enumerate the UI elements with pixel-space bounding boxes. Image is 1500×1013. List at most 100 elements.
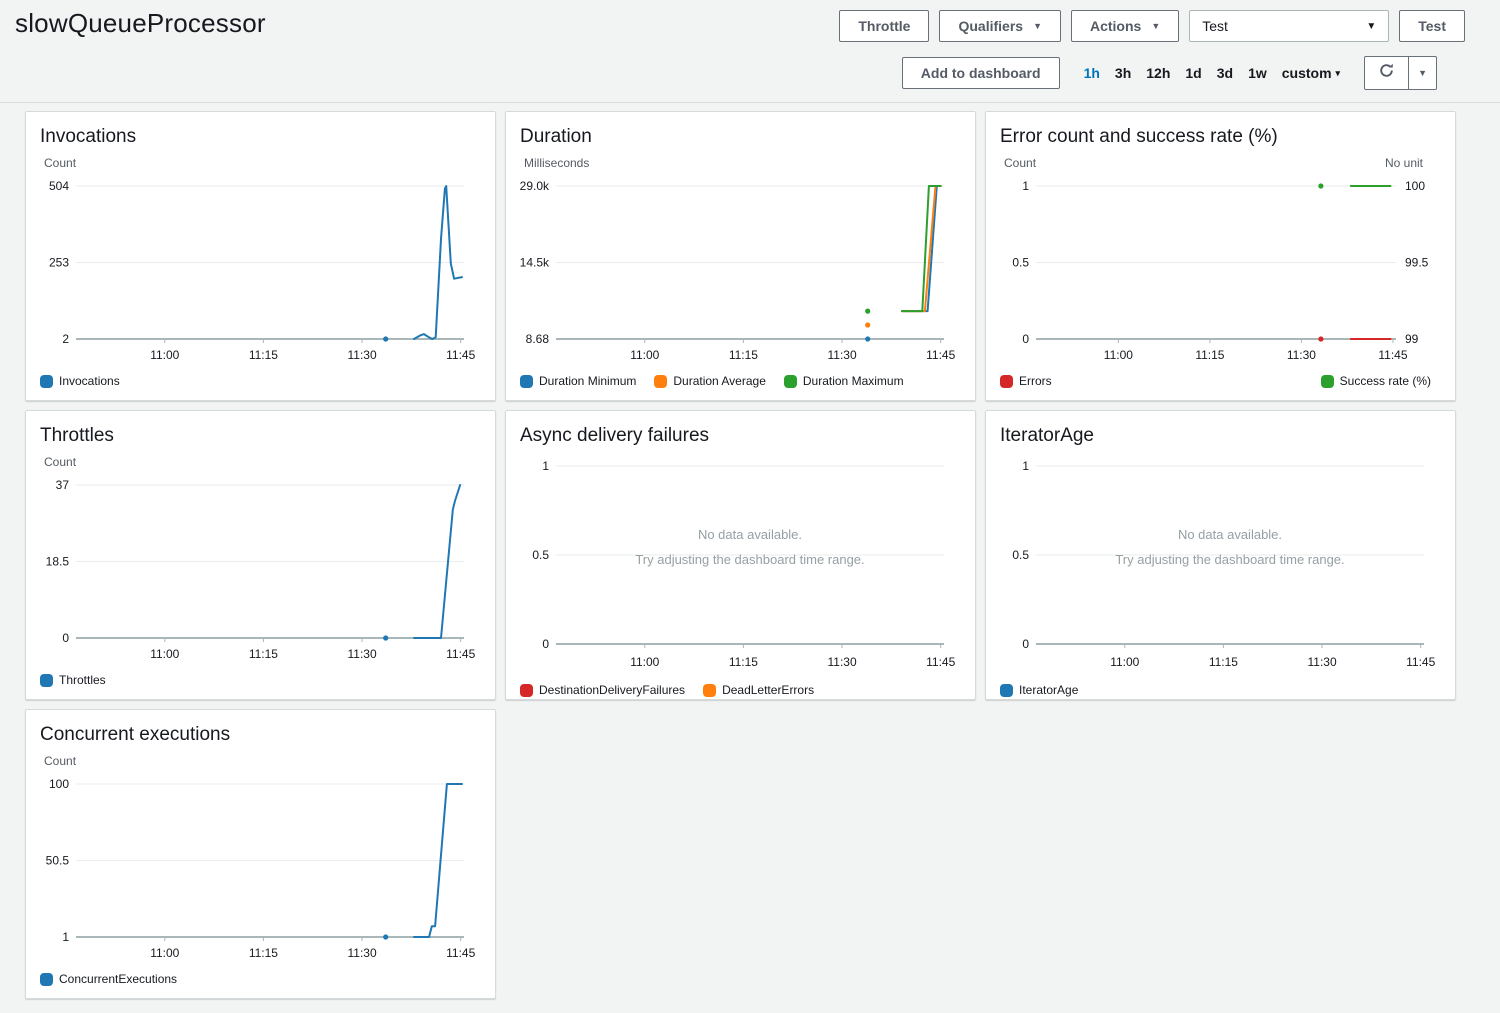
chart-title: Concurrent executions <box>40 724 485 746</box>
legend-item: Duration Minimum <box>520 374 636 388</box>
svg-text:11:30: 11:30 <box>347 647 376 661</box>
svg-text:37: 37 <box>56 478 70 492</box>
legend-label: Success rate (%) <box>1340 374 1431 388</box>
chart-plot-area: 10.5011:0011:1511:3011:45No data availab… <box>518 455 965 679</box>
monitoring-toolbar: Add to dashboard 1h 3h 12h 1d 3d 1w custom▾ ▼ <box>0 48 1500 103</box>
svg-text:99.5: 99.5 <box>1405 256 1429 270</box>
page-header: slowQueueProcessor Throttle Qualifiers ▼… <box>0 0 1500 48</box>
legend-item: Duration Maximum <box>784 374 904 388</box>
charts-grid: Invocations Count 504 253 2 11:00 11:15 11:30… <box>0 103 1500 1013</box>
svg-text:11:15: 11:15 <box>249 946 278 960</box>
time-range-3d[interactable]: 3d <box>1217 65 1233 81</box>
svg-text:11:45: 11:45 <box>446 946 475 960</box>
time-range-12h[interactable]: 12h <box>1146 65 1170 81</box>
svg-text:0: 0 <box>1022 332 1029 346</box>
refresh-icon <box>1378 62 1395 84</box>
svg-text:11:30: 11:30 <box>827 655 856 669</box>
chart-panel-throttles: Throttles Count 3718.5011:0011:1511:3011… <box>25 410 496 700</box>
time-range-selector: 1h 3h 12h 1d 3d 1w custom▾ <box>1084 65 1341 81</box>
chart-panel-duration: Duration Milliseconds 29.0k14.5k8.6811:0… <box>505 111 976 401</box>
y-axis-unit-label: Milliseconds <box>524 156 589 172</box>
throttle-button-label: Throttle <box>858 18 910 34</box>
svg-text:1: 1 <box>1022 179 1029 193</box>
legend-item: IteratorAge <box>1000 683 1078 697</box>
legend-label: ConcurrentExecutions <box>59 972 177 986</box>
chart-title: Invocations <box>40 126 485 148</box>
svg-text:253: 253 <box>49 256 69 270</box>
svg-text:11:00: 11:00 <box>1104 348 1133 362</box>
svg-text:2: 2 <box>62 332 69 346</box>
chart-title: IteratorAge <box>1000 425 1445 447</box>
svg-text:11:15: 11:15 <box>249 647 278 661</box>
y-axis-unit-label: Count <box>1004 156 1036 172</box>
time-range-1h[interactable]: 1h <box>1084 65 1100 81</box>
chart-legend: Duration Minimum Duration Average Duration… <box>520 374 965 388</box>
svg-text:0: 0 <box>62 631 69 645</box>
svg-text:100: 100 <box>1405 179 1425 193</box>
time-range-custom[interactable]: custom▾ <box>1282 65 1340 81</box>
chart-plot-area: 29.0k14.5k8.6811:0011:1511:3011:45 <box>518 174 965 370</box>
chart-plot-area: 10.5011:0011:1511:3011:45No data availab… <box>998 455 1445 679</box>
caret-down-icon: ▼ <box>1033 21 1042 31</box>
legend-item: Invocations <box>40 374 120 388</box>
svg-text:0.5: 0.5 <box>1012 256 1029 270</box>
chart-legend: DestinationDeliveryFailures DeadLetterErr… <box>520 683 965 697</box>
caret-down-icon: ▾ <box>1336 68 1341 79</box>
svg-text:8.68: 8.68 <box>526 332 550 346</box>
svg-text:0: 0 <box>542 637 549 651</box>
caret-down-icon: ▼ <box>1366 21 1376 32</box>
test-event-select[interactable]: Test ▼ <box>1189 10 1389 42</box>
legend-item: Errors <box>1000 374 1052 388</box>
chart-plot-area: 10.5010099.59911:0011:1511:3011:45 <box>998 174 1445 370</box>
caret-down-icon: ▼ <box>1418 68 1427 78</box>
y-axis-unit-label: Count <box>44 754 76 770</box>
legend-label: Invocations <box>59 374 120 388</box>
actions-dropdown-button[interactable]: Actions ▼ <box>1071 10 1179 42</box>
svg-text:0.5: 0.5 <box>532 548 549 562</box>
refresh-button[interactable] <box>1365 57 1408 89</box>
chart-panel-invocations: Invocations Count 504253211:0011:1511:30… <box>25 111 496 401</box>
legend-item: Throttles <box>40 673 106 687</box>
legend-color-marker <box>40 375 53 388</box>
chart-plot-area: 504253211:0011:1511:3011:45 <box>38 174 485 370</box>
time-range-1w[interactable]: 1w <box>1248 65 1267 81</box>
chart-plot-area: 3718.5011:0011:1511:3011:45 <box>38 473 485 669</box>
svg-text:18.5: 18.5 <box>46 555 70 569</box>
svg-text:11:00: 11:00 <box>150 946 179 960</box>
svg-text:11:30: 11:30 <box>347 348 376 362</box>
time-range-3h[interactable]: 3h <box>1115 65 1131 81</box>
chart-plot-area: 10050.5111:0011:1511:3011:45 <box>38 772 485 968</box>
legend-label: Duration Minimum <box>539 374 636 388</box>
refresh-options-button[interactable]: ▼ <box>1408 57 1436 89</box>
legend-label: Duration Maximum <box>803 374 904 388</box>
chart-legend: Invocations <box>40 374 485 388</box>
svg-text:99: 99 <box>1405 332 1419 346</box>
svg-text:11:30: 11:30 <box>347 946 376 960</box>
svg-text:11:00: 11:00 <box>630 655 659 669</box>
svg-text:11:30: 11:30 <box>1307 655 1336 669</box>
legend-color-marker <box>40 674 53 687</box>
add-to-dashboard-button[interactable]: Add to dashboard <box>902 57 1060 89</box>
test-event-select-value: Test <box>1202 18 1228 34</box>
svg-text:29.0k: 29.0k <box>520 179 550 193</box>
svg-text:11:15: 11:15 <box>729 348 758 362</box>
legend-label: DeadLetterErrors <box>722 683 814 697</box>
svg-text:1: 1 <box>542 459 549 473</box>
legend-label: Duration Average <box>673 374 766 388</box>
qualifiers-dropdown-button[interactable]: Qualifiers ▼ <box>939 10 1061 42</box>
qualifiers-button-label: Qualifiers <box>958 18 1023 34</box>
svg-text:0: 0 <box>1022 637 1029 651</box>
legend-color-marker <box>703 684 716 697</box>
svg-text:11:45: 11:45 <box>446 348 475 362</box>
throttle-button[interactable]: Throttle <box>839 10 929 42</box>
svg-text:504: 504 <box>49 179 69 193</box>
svg-text:Try adjusting the dashboard ti: Try adjusting the dashboard time range. <box>1115 552 1344 567</box>
chart-panel-iterator-age: IteratorAge 10.5011:0011:1511:3011:45No … <box>985 410 1456 700</box>
legend-label: Errors <box>1019 374 1052 388</box>
test-button[interactable]: Test <box>1399 10 1465 42</box>
legend-color-marker <box>520 684 533 697</box>
time-range-1d[interactable]: 1d <box>1185 65 1201 81</box>
legend-item: DeadLetterErrors <box>703 683 814 697</box>
svg-text:11:45: 11:45 <box>446 647 475 661</box>
legend-label: DestinationDeliveryFailures <box>539 683 685 697</box>
